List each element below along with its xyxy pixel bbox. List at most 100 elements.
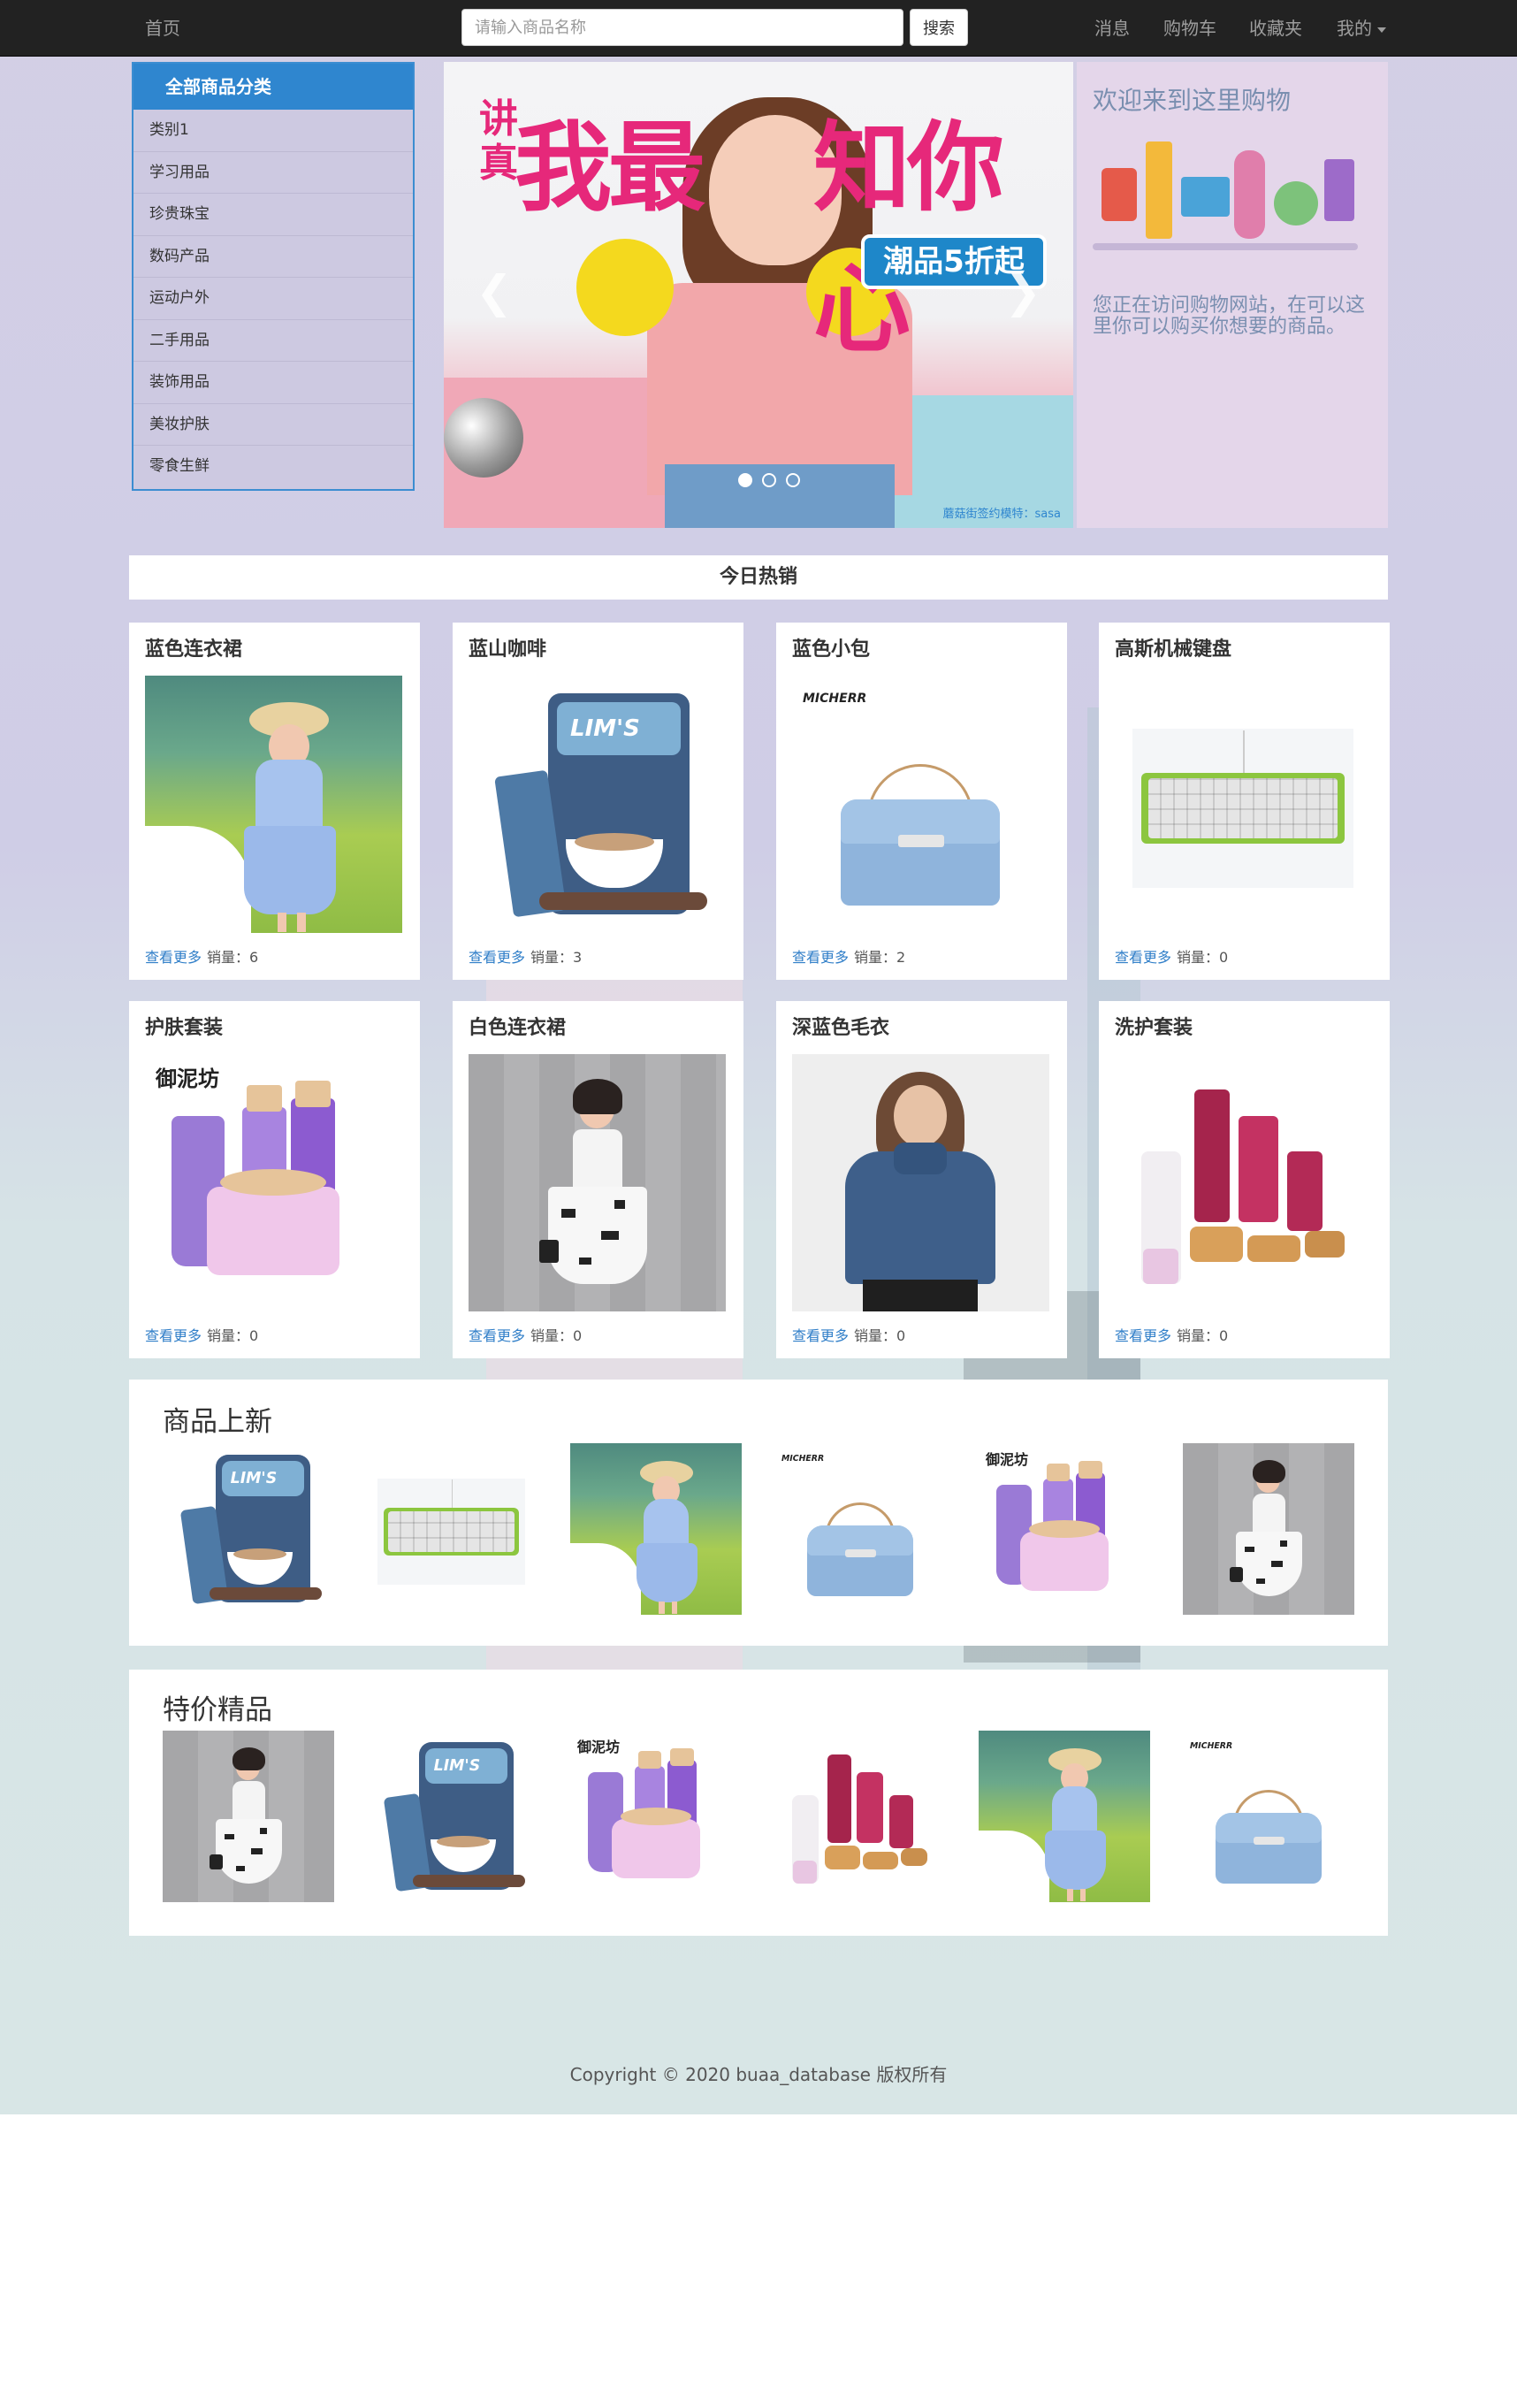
- search-input[interactable]: [461, 9, 903, 46]
- product-thumbnail[interactable]: [774, 1731, 946, 1902]
- product-thumbnail[interactable]: [979, 1731, 1150, 1902]
- product-name[interactable]: 护肤套装: [145, 1015, 404, 1042]
- category-item[interactable]: 装饰用品: [133, 362, 413, 404]
- product-thumbnail[interactable]: LIM'S: [366, 1731, 537, 1902]
- sales-label: 销量：: [854, 1327, 897, 1344]
- view-more-link[interactable]: 查看更多: [1115, 1327, 1171, 1344]
- category-item[interactable]: 类别1: [133, 110, 413, 152]
- product-card[interactable]: 蓝色连衣裙查看更多 销量：6: [129, 623, 420, 980]
- product-card[interactable]: 白色连衣裙 查看更多 销量：0: [453, 1001, 743, 1358]
- brand-label: 御泥坊: [156, 1066, 219, 1091]
- sales-count: 0: [896, 1327, 906, 1344]
- view-more-link[interactable]: 查看更多: [469, 1327, 525, 1344]
- product-meta: 查看更多 销量：0: [792, 1324, 1051, 1345]
- sales-label: 销量：: [1177, 949, 1220, 966]
- product-image[interactable]: 御泥坊: [145, 1054, 402, 1311]
- chevron-right-icon[interactable]: ❯: [1004, 270, 1041, 314]
- product-thumbnail[interactable]: 御泥坊: [979, 1443, 1150, 1615]
- category-item[interactable]: 零食生鲜: [133, 446, 413, 488]
- product-image[interactable]: [1115, 676, 1372, 933]
- category-item[interactable]: 美妆护肤: [133, 404, 413, 446]
- product-thumbnail[interactable]: MICHERR: [774, 1443, 946, 1615]
- product-meta: 查看更多 销量：6: [145, 945, 404, 967]
- product-meta: 查看更多 销量：0: [1115, 1324, 1374, 1345]
- sales-count: 0: [1219, 1327, 1229, 1344]
- welcome-panel: 欢迎来到这里购物 您正在访问购物网站，在可以这里你可以购买你想要的商品。: [1077, 62, 1388, 528]
- brand-label: MICHERR: [1190, 1741, 1233, 1751]
- category-item[interactable]: 二手用品: [133, 320, 413, 362]
- product-name[interactable]: 蓝色小包: [792, 637, 1051, 663]
- nav-messages-link[interactable]: 消息: [1094, 0, 1130, 57]
- carousel-indicator[interactable]: [786, 473, 801, 487]
- brand-label: LIM'S: [230, 1470, 278, 1487]
- product-meta: 查看更多 销量：2: [792, 945, 1051, 967]
- sales-count: 0: [1219, 949, 1229, 966]
- product-card[interactable]: 护肤套装御泥坊查看更多 销量：0: [129, 1001, 420, 1358]
- view-more-link[interactable]: 查看更多: [145, 949, 202, 966]
- view-more-link[interactable]: 查看更多: [469, 949, 525, 966]
- category-list: 类别1 学习用品 珍贵珠宝 数码产品 运动户外 二手用品 装饰用品 美妆护肤 零…: [133, 110, 413, 488]
- sales-label: 销量：: [854, 949, 897, 966]
- product-card[interactable]: 蓝色小包 MICHERR 查看更多 销量：2: [776, 623, 1067, 980]
- banner-caption: 蘑菇街签约模特：sasa: [942, 508, 1061, 521]
- category-panel: 全部商品分类 类别1 学习用品 珍贵珠宝 数码产品 运动户外 二手用品 装饰用品…: [132, 62, 415, 491]
- product-name[interactable]: 深蓝色毛衣: [792, 1015, 1051, 1042]
- product-card[interactable]: 洗护套装查看更多 销量：0: [1099, 1001, 1390, 1358]
- category-item[interactable]: 学习用品: [133, 152, 413, 194]
- carousel-indicator[interactable]: [762, 473, 777, 487]
- brand-label: MICHERR: [803, 692, 867, 706]
- sales-count: 2: [896, 949, 906, 966]
- product-card[interactable]: 蓝山咖啡 LIM'S 查看更多 销量：3: [453, 623, 743, 980]
- product-name[interactable]: 洗护套装: [1115, 1015, 1374, 1042]
- product-image[interactable]: LIM'S: [469, 676, 726, 933]
- view-more-link[interactable]: 查看更多: [1115, 949, 1171, 966]
- category-item[interactable]: 运动户外: [133, 278, 413, 320]
- product-card[interactable]: 高斯机械键盘查看更多 销量：0: [1099, 623, 1390, 980]
- product-card[interactable]: 深蓝色毛衣查看更多 销量：0: [776, 1001, 1067, 1358]
- specials-section: 特价精品 LIM'S 御泥坊 MICHERR: [129, 1670, 1388, 1936]
- sales-label: 销量：: [207, 949, 250, 966]
- product-meta: 查看更多 销量：0: [1115, 945, 1374, 967]
- product-image[interactable]: [145, 676, 402, 933]
- product-meta: 查看更多 销量：0: [145, 1324, 404, 1345]
- nav-cart-link[interactable]: 购物车: [1163, 0, 1216, 57]
- product-name[interactable]: 高斯机械键盘: [1115, 637, 1374, 663]
- product-thumbnail[interactable]: [1183, 1443, 1354, 1615]
- product-name[interactable]: 蓝山咖啡: [469, 637, 728, 663]
- product-thumbnail[interactable]: LIM'S: [163, 1443, 334, 1615]
- product-image[interactable]: MICHERR: [792, 676, 1049, 933]
- shopping-illustration: [1093, 133, 1358, 274]
- sales-count: 0: [573, 1327, 583, 1344]
- product-thumbnail[interactable]: [163, 1731, 334, 1902]
- nav-home-link[interactable]: 首页: [145, 0, 180, 57]
- sales-count: 3: [573, 949, 583, 966]
- new-arrivals-section: 商品上新 LIM'S MICHERR 御泥坊: [129, 1380, 1388, 1646]
- product-image[interactable]: [469, 1054, 726, 1311]
- product-thumbnail[interactable]: 御泥坊: [570, 1731, 742, 1902]
- product-thumbnail[interactable]: MICHERR: [1183, 1731, 1354, 1902]
- banner-headline-right: 知你心: [813, 111, 1004, 366]
- product-image[interactable]: [792, 1054, 1049, 1311]
- view-more-link[interactable]: 查看更多: [792, 1327, 849, 1344]
- brand-label: LIM'S: [570, 715, 640, 742]
- banner-headline-left: 我最: [515, 111, 705, 225]
- view-more-link[interactable]: 查看更多: [145, 1327, 202, 1344]
- category-item[interactable]: 珍贵珠宝: [133, 194, 413, 236]
- carousel-indicators: [736, 473, 803, 491]
- top-navbar: 首页 搜索 消息 购物车 收藏夹 我的: [0, 0, 1517, 57]
- product-image[interactable]: [1115, 1054, 1372, 1311]
- carousel-indicator[interactable]: [738, 473, 752, 487]
- product-thumbnail[interactable]: [366, 1443, 537, 1615]
- nav-mine-dropdown[interactable]: 我的: [1337, 0, 1386, 57]
- view-more-link[interactable]: 查看更多: [792, 949, 849, 966]
- nav-favorites-link[interactable]: 收藏夹: [1249, 0, 1302, 57]
- banner-carousel[interactable]: 讲真 我最 知你心 潮品5折起 ❮ ❯ 蘑菇街签约模特：sasa: [444, 62, 1073, 528]
- discoball-image: [444, 398, 523, 478]
- product-name[interactable]: 蓝色连衣裙: [145, 637, 404, 663]
- product-name[interactable]: 白色连衣裙: [469, 1015, 728, 1042]
- new-arrivals-title: 商品上新: [163, 1406, 272, 1438]
- chevron-left-icon[interactable]: ❮: [476, 270, 513, 314]
- product-thumbnail[interactable]: [570, 1443, 742, 1615]
- category-item[interactable]: 数码产品: [133, 236, 413, 278]
- search-button[interactable]: 搜索: [910, 9, 968, 46]
